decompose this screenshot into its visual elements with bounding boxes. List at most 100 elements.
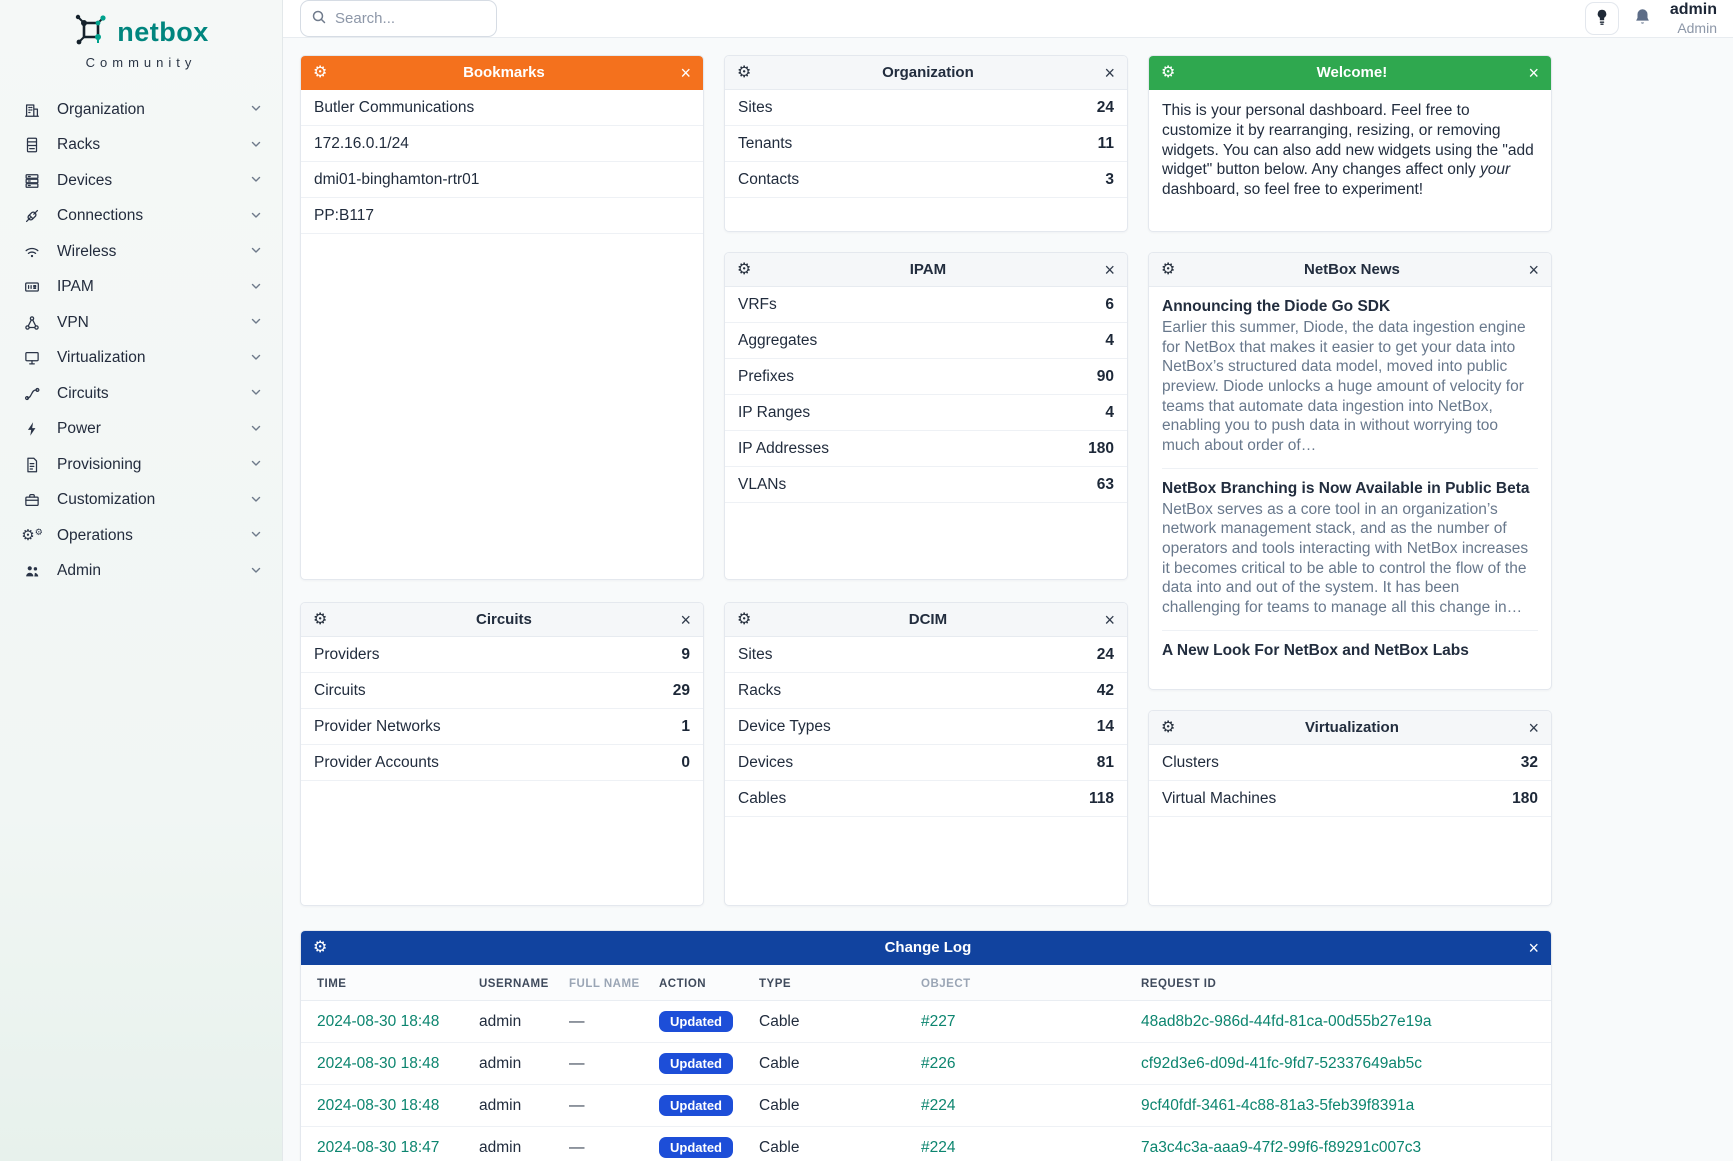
widget-close-button[interactable]: × [1104,64,1115,82]
table-row: 2024-08-30 18:48 admin — Updated Cable #… [301,1001,1551,1043]
sidebar-item-label: Operations [57,527,250,545]
stat-value: 63 [1097,476,1114,494]
news-excerpt: Earlier this summer, Diode, the data ing… [1162,318,1538,456]
changelog-object-link[interactable]: #227 [921,1013,955,1030]
changelog-request-id-link[interactable]: 7a3c4c3a-aaa9-47f2-99f6-f89291c007c3 [1141,1139,1421,1156]
news-headline[interactable]: Announcing the Diode Go SDK [1162,298,1538,316]
widget-close-button[interactable]: × [1528,939,1539,957]
column-header-object: Object [913,965,1133,1001]
changelog-request-id-link[interactable]: 48ad8b2c-986d-44fd-81ca-00d55b27e19a [1141,1013,1431,1030]
widget-config-icon[interactable]: ⚙ [1161,262,1175,278]
widget-config-icon[interactable]: ⚙ [737,612,751,628]
column-header-request-id: Request ID [1133,965,1551,1001]
brand-block[interactable]: netbox Community [0,0,282,76]
changelog-time-link[interactable]: 2024-08-30 18:47 [317,1139,439,1156]
chevron-down-icon [250,456,262,473]
stat-row: Providers9 [301,637,703,673]
sidebar-item-label: Devices [57,172,250,190]
netbox-logo-icon [73,12,109,52]
widget-close-button[interactable]: × [1104,261,1115,279]
changelog-time-link[interactable]: 2024-08-30 18:48 [317,1013,439,1030]
search-input[interactable] [335,10,465,27]
widget-close-button[interactable]: × [1104,611,1115,629]
news-headline[interactable]: NetBox Branching is Now Available in Pub… [1162,480,1538,498]
widget-title: Change Log [327,939,1528,956]
news-item: NetBox Branching is Now Available in Pub… [1162,469,1538,631]
widget-config-icon[interactable]: ⚙ [313,940,327,956]
changelog-type: Cable [751,1001,913,1043]
sidebar-item-customization[interactable]: Customization [0,483,282,519]
widget-config-icon[interactable]: ⚙ [737,65,751,81]
dcim-widget: ⚙ DCIM × Sites24 Racks42 Device Types14 … [724,602,1128,906]
widget-close-button[interactable]: × [1528,719,1539,737]
changelog-full-name: — [561,1127,651,1161]
widget-close-button[interactable]: × [1528,261,1539,279]
bookmark-item[interactable]: dmi01-binghamton-rtr01 [301,162,703,198]
widget-close-button[interactable]: × [1528,64,1539,82]
stat-value: 29 [673,682,690,700]
change-log-table: Time Username Full Name Action Type Obje… [301,965,1551,1161]
stat-value: 118 [1089,790,1114,808]
stat-row: Circuits29 [301,673,703,709]
changelog-time-link[interactable]: 2024-08-30 18:48 [317,1097,439,1114]
stat-value: 6 [1105,296,1114,314]
widget-config-icon[interactable]: ⚙ [313,65,327,81]
sidebar-item-racks[interactable]: Racks [0,128,282,164]
changelog-username: admin [471,1085,561,1127]
changelog-object-link[interactable]: #224 [921,1139,955,1156]
changelog-object-link[interactable]: #224 [921,1097,955,1114]
stat-row: Prefixes90 [725,359,1127,395]
sidebar-item-wireless[interactable]: Wireless [0,234,282,270]
sidebar-item-ipam[interactable]: IPAM [0,270,282,306]
welcome-widget: ⚙ Welcome! × This is your personal dashb… [1148,55,1552,232]
sidebar-item-label: Connections [57,207,250,225]
stat-row: Sites24 [725,90,1127,126]
column-header-username: Username [471,965,561,1001]
stat-value: 14 [1097,718,1114,736]
sidebar-item-power[interactable]: Power [0,412,282,448]
stat-row: IP Ranges4 [725,395,1127,431]
sidebar-item-operations[interactable]: ⚙⚙ Operations [0,518,282,554]
widget-title: NetBox News [1175,261,1528,278]
changelog-time-link[interactable]: 2024-08-30 18:48 [317,1055,439,1072]
widget-title: Welcome! [1175,64,1528,81]
stat-row: Racks42 [725,673,1127,709]
sidebar-item-devices[interactable]: Devices [0,163,282,199]
sidebar-item-connections[interactable]: Connections [0,199,282,235]
sidebar-item-circuits[interactable]: Circuits [0,376,282,412]
stat-row: Aggregates4 [725,323,1127,359]
action-badge: Updated [659,1095,733,1116]
topbar: admin Admin [283,0,1733,38]
changelog-request-id-link[interactable]: cf92d3e6-d09d-41fc-9fd7-52337649ab5c [1141,1055,1422,1072]
news-item: A New Look For NetBox and NetBox Labs [1162,631,1538,672]
ipam-widget: ⚙ IPAM × VRFs6 Aggregates4 Prefixes90 IP… [724,252,1128,580]
widget-config-icon[interactable]: ⚙ [1161,720,1175,736]
sidebar-item-provisioning[interactable]: Provisioning [0,447,282,483]
theme-toggle-button[interactable] [1585,2,1619,35]
bookmark-item[interactable]: PP:B117 [301,198,703,234]
widget-config-icon[interactable]: ⚙ [313,612,327,628]
user-menu[interactable]: admin Admin [1670,1,1717,35]
news-headline[interactable]: A New Look For NetBox and NetBox Labs [1162,642,1538,660]
stat-value: 0 [681,754,690,772]
widget-config-icon[interactable]: ⚙ [1161,65,1175,81]
changelog-type: Cable [751,1127,913,1161]
widget-title: IPAM [751,261,1104,278]
widget-close-button[interactable]: × [680,64,691,82]
changelog-request-id-link[interactable]: 9cf40fdf-3461-4c88-81a3-5feb39f8391a [1141,1097,1414,1114]
bookmark-item[interactable]: 172.16.0.1/24 [301,126,703,162]
sidebar-item-vpn[interactable]: VPN [0,305,282,341]
widget-config-icon[interactable]: ⚙ [737,262,751,278]
stat-row: Tenants11 [725,126,1127,162]
sidebar-item-admin[interactable]: Admin [0,554,282,590]
sidebar-item-virtualization[interactable]: Virtualization [0,341,282,377]
sidebar-item-organization[interactable]: Organization [0,92,282,128]
brand-name: netbox [117,17,209,48]
bookmark-item[interactable]: Butler Communications [301,90,703,126]
notifications-button[interactable] [1633,7,1652,30]
sidebar-item-label: Virtualization [57,349,250,367]
changelog-object-link[interactable]: #226 [921,1055,955,1072]
widget-close-button[interactable]: × [680,611,691,629]
stat-row: Contacts3 [725,162,1127,198]
changelog-full-name: — [561,1043,651,1085]
